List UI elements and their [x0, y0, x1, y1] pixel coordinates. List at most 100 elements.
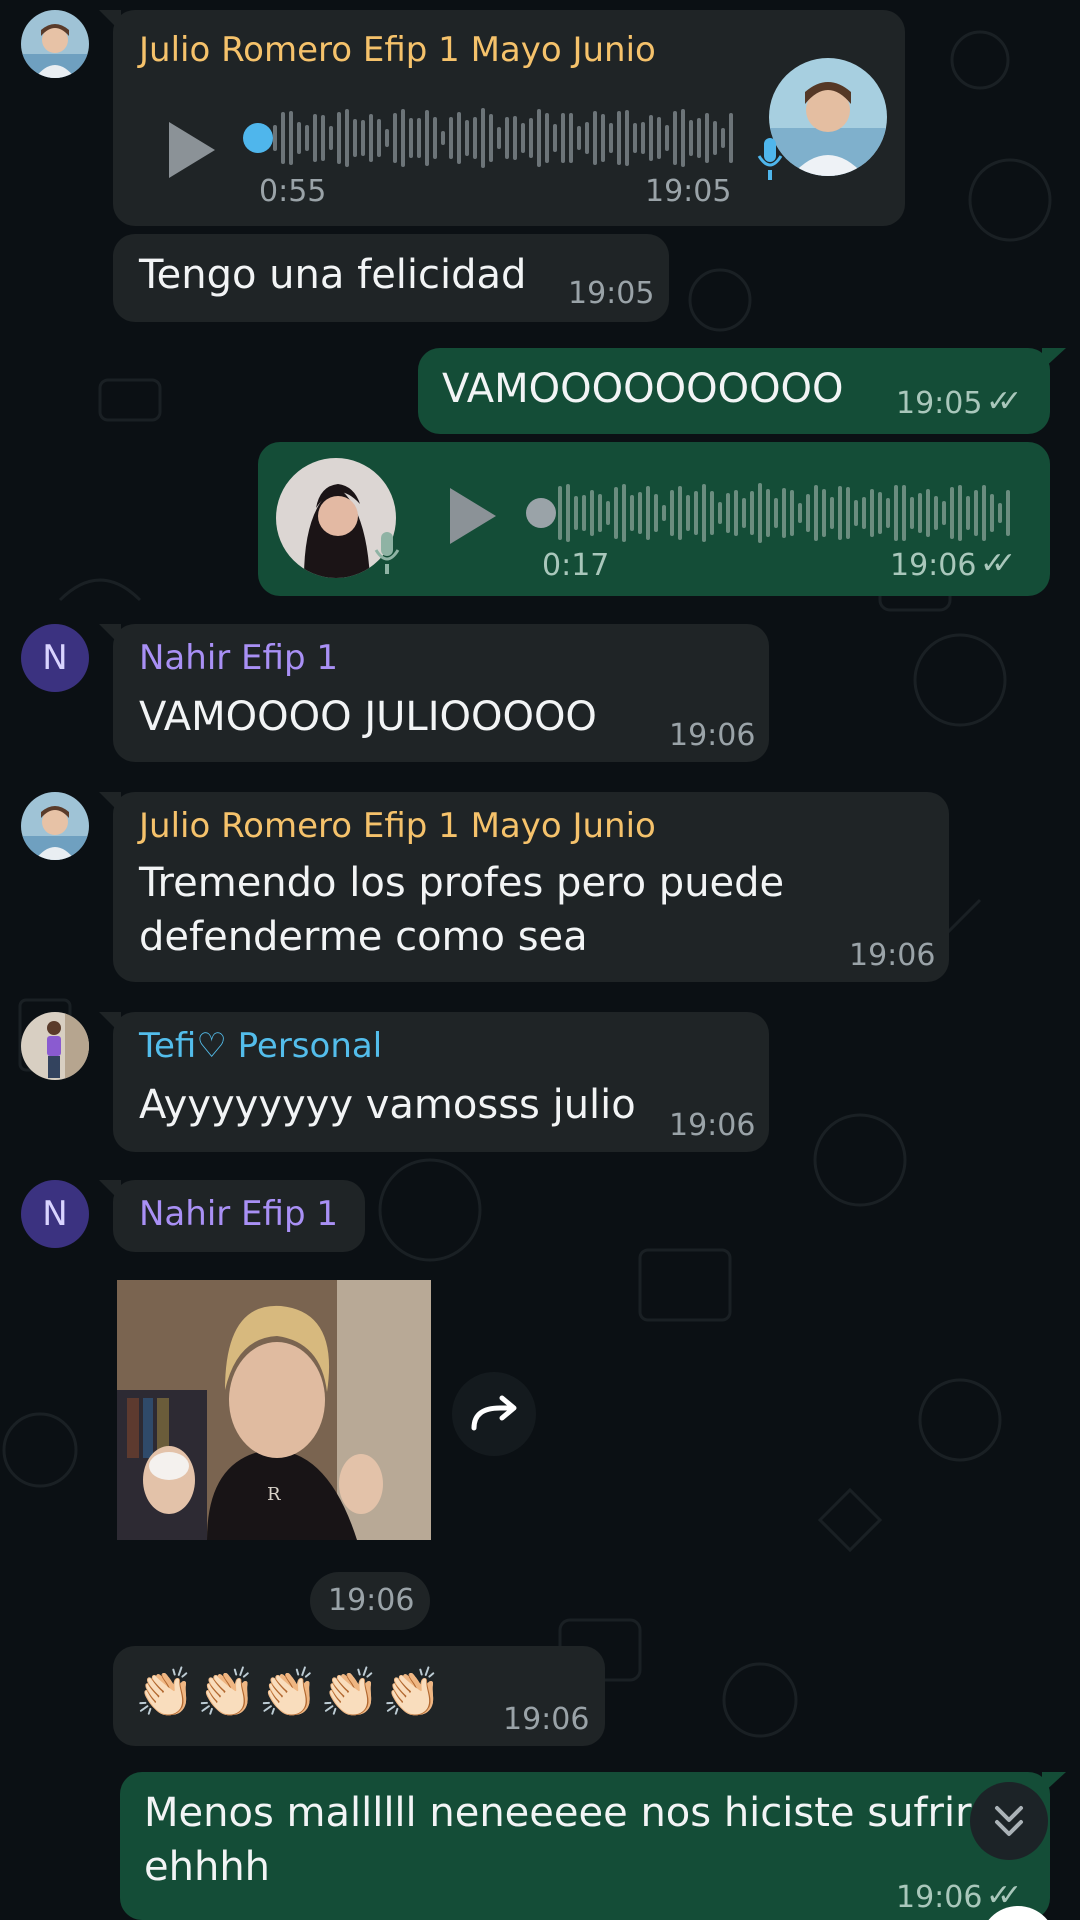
waveform-bar: [982, 485, 986, 541]
waveform-bar: [353, 119, 357, 157]
waveform-bar: [654, 494, 658, 532]
audio-waveform[interactable]: [558, 480, 1020, 546]
waveform-bar: [718, 501, 722, 525]
sender-name[interactable]: Nahir Efip 1: [139, 638, 338, 678]
waveform-bar: [345, 108, 349, 168]
playback-position-dot[interactable]: [243, 123, 273, 153]
waveform-bar: [910, 497, 914, 529]
waveform-bar: [489, 113, 493, 163]
sender-name[interactable]: Julio Romero Efip 1 Mayo Junio: [139, 30, 656, 70]
waveform-bar: [305, 124, 309, 152]
gif-thumbnail[interactable]: R: [117, 1280, 431, 1540]
waveform-bar: [521, 123, 525, 153]
waveform-bar: [329, 125, 333, 151]
waveform-bar: [473, 116, 477, 160]
waveform-bar: [758, 483, 762, 543]
waveform-bar: [694, 490, 698, 536]
waveform-bar: [934, 496, 938, 530]
sender-name[interactable]: Tefi♡ Personal: [139, 1026, 382, 1066]
message-bubble-outgoing: Menos mallllll neneeeee nos hiciste sufr…: [120, 1772, 1066, 1920]
waveform-bar: [854, 500, 858, 526]
waveform-bar: [337, 111, 341, 165]
julio-avatar[interactable]: [21, 10, 89, 78]
waveform-bar: [670, 489, 674, 537]
message-bubble-incoming: Julio Romero Efip 1 Mayo Junio Tremendo …: [99, 792, 949, 982]
waveform-bar: [497, 127, 501, 149]
waveform-bar: [950, 486, 954, 540]
julio-avatar[interactable]: [21, 792, 89, 860]
waveform-bar: [742, 498, 746, 528]
waveform-bar: [710, 490, 714, 536]
waveform-bar: [673, 111, 677, 165]
waveform-bar: [713, 120, 717, 156]
waveform-bar: [926, 488, 930, 538]
waveform-bar: [601, 113, 605, 163]
waveform-bar: [662, 504, 666, 522]
waveform-bar: [614, 486, 618, 540]
waveform-bar: [822, 489, 826, 537]
waveform-bar: [974, 489, 978, 537]
waveform-bar: [734, 489, 738, 537]
waveform-bar: [886, 497, 890, 529]
waveform-bar: [686, 495, 690, 531]
waveform-bar: [513, 115, 517, 161]
waveform-bar: [646, 486, 650, 540]
nahir-avatar[interactable]: N: [21, 1180, 89, 1248]
waveform-bar: [590, 490, 594, 536]
sender-name[interactable]: Julio Romero Efip 1 Mayo Junio: [139, 806, 656, 846]
waveform-bar: [862, 497, 866, 529]
forward-button[interactable]: [452, 1372, 536, 1456]
message-text: VAMOOOOOOOOOO: [442, 366, 844, 412]
waveform-bar: [465, 119, 469, 157]
waveform-bar: [409, 118, 413, 158]
waveform-bar: [449, 116, 453, 160]
waveform-bar: [1006, 490, 1010, 536]
double-check-icon: ✓✓: [986, 384, 1022, 419]
forward-icon: [471, 1395, 517, 1431]
waveform-bar: [625, 110, 629, 166]
waveform-bar: [441, 131, 445, 145]
message-bubble-incoming: Nahir Efip 1 VAMOOOO JULIOOOOO 19:06: [99, 624, 769, 762]
waveform-bar: [638, 491, 642, 535]
scroll-to-bottom-button[interactable]: [970, 1782, 1048, 1860]
timestamp: 19:05: [896, 386, 983, 421]
waveform-bar: [313, 114, 317, 162]
waveform-bar: [918, 492, 922, 534]
waveform-bar: [617, 110, 621, 166]
waveform-bar: [457, 111, 461, 165]
waveform-bar: [942, 500, 946, 526]
message-bubble-incoming: 👏🏻👏🏻👏🏻👏🏻👏🏻 19:06: [113, 1646, 605, 1746]
waveform-bar: [622, 484, 626, 542]
waveform-bar: [705, 112, 709, 164]
double-chevron-down-icon: [995, 1806, 1023, 1836]
gif-timestamp-pill: 19:06: [310, 1572, 430, 1630]
waveform-bar: [385, 128, 389, 148]
waveform-bar: [958, 485, 962, 541]
waveform-bar: [649, 115, 653, 161]
sender-name[interactable]: Nahir Efip 1: [139, 1194, 338, 1234]
waveform-bar: [798, 502, 802, 524]
sender-avatar-large[interactable]: [769, 58, 887, 176]
waveform-bar: [481, 108, 485, 168]
play-button[interactable]: [450, 488, 496, 544]
message-text-line: Menos mallllll neneeeee nos hiciste sufr…: [144, 1790, 972, 1836]
play-button[interactable]: [169, 122, 215, 178]
waveform-bar: [721, 128, 725, 148]
playback-position-dot[interactable]: [526, 498, 556, 528]
audio-waveform[interactable]: [273, 105, 743, 171]
waveform-bar: [697, 117, 701, 159]
waveform-bar: [665, 124, 669, 151]
waveform-bar: [846, 486, 850, 540]
waveform-bar: [297, 122, 301, 154]
waveform-bar: [678, 486, 682, 540]
waveform-bar: [577, 126, 581, 150]
emoji-text: 👏🏻👏🏻👏🏻👏🏻👏🏻: [135, 1665, 444, 1721]
waveform-bar: [377, 119, 381, 157]
waveform-bar: [569, 113, 573, 163]
message-bubble-incoming: Tefi♡ Personal Ayyyyyyyy vamosss julio 1…: [99, 1012, 769, 1152]
tefi-avatar[interactable]: [21, 1012, 89, 1080]
nahir-avatar[interactable]: N: [21, 624, 89, 692]
waveform-bar: [289, 110, 293, 166]
waveform-bar: [369, 114, 373, 162]
timestamp: 19:06: [849, 938, 936, 973]
